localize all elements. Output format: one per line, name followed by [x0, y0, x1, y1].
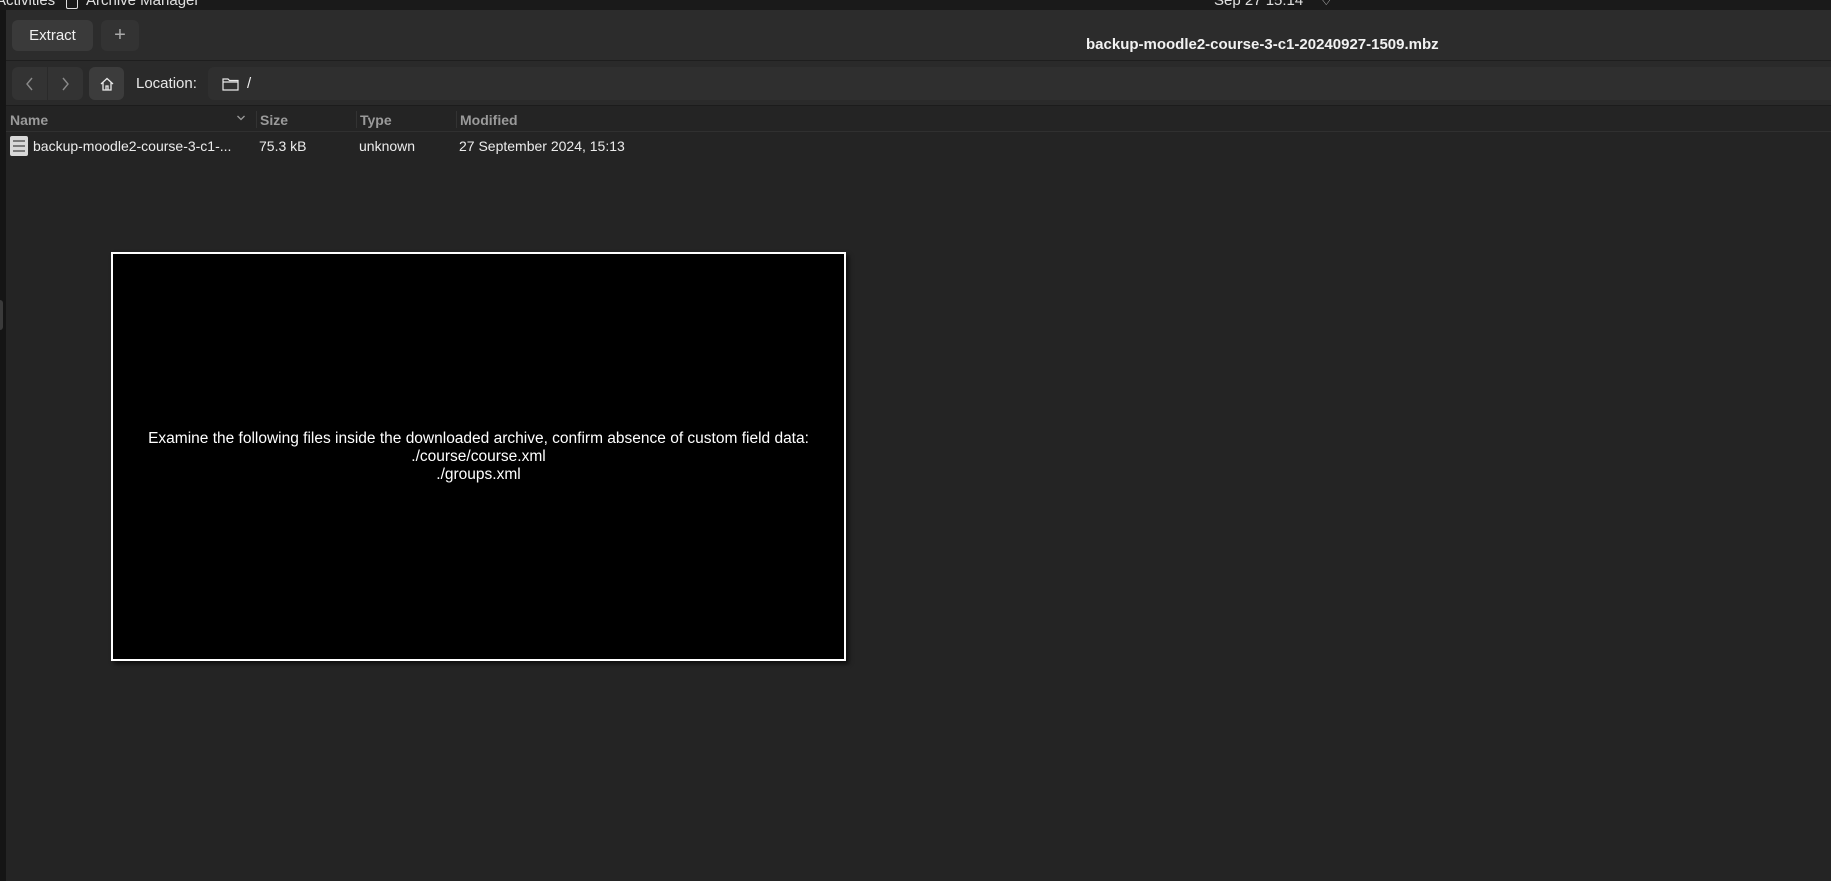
window-title: backup-moodle2-course-3-c1-20240927-1509…	[1086, 36, 1439, 53]
bell-icon[interactable]: ♢	[1320, 0, 1333, 9]
sort-chevron-down-icon[interactable]	[236, 110, 246, 126]
binary-file-icon	[10, 136, 28, 156]
instruction-overlay: Examine the following files inside the d…	[111, 252, 846, 661]
app-menu[interactable]: Archive Manager	[66, 0, 199, 9]
forward-button[interactable]	[47, 67, 82, 100]
archive-manager-icon	[66, 0, 78, 9]
instruction-text: Examine the following files inside the d…	[148, 429, 809, 447]
extract-button[interactable]: Extract	[12, 20, 93, 51]
file-size: 75.3 kB	[259, 138, 307, 154]
file-modified: 27 September 2024, 15:13	[459, 138, 625, 154]
column-modified[interactable]: Modified	[460, 112, 518, 128]
activities-button[interactable]: Activities	[0, 0, 55, 9]
system-top-bar: Activities Archive Manager Sep 27 15:14 …	[0, 0, 1831, 10]
plus-icon: +	[114, 24, 126, 46]
column-name[interactable]: Name	[10, 112, 48, 128]
add-files-button[interactable]: +	[101, 20, 139, 51]
file-type: unknown	[359, 138, 416, 154]
location-toolbar: Location: /	[6, 61, 1831, 106]
location-field[interactable]: /	[208, 67, 1831, 100]
back-button[interactable]	[12, 67, 47, 100]
navigation-buttons	[12, 67, 83, 100]
folder-icon	[222, 77, 239, 91]
column-size[interactable]: Size	[260, 112, 288, 128]
table-row[interactable]: backup-moodle2-course-3-c1-... 75.3 kB u…	[6, 133, 1831, 159]
chevron-right-icon	[62, 77, 69, 90]
home-icon	[100, 77, 113, 91]
chevron-left-icon	[25, 77, 33, 90]
home-button[interactable]	[89, 67, 124, 100]
column-divider	[356, 111, 357, 128]
clock[interactable]: Sep 27 15:14	[1214, 0, 1303, 9]
column-divider	[456, 111, 457, 128]
file-name: backup-moodle2-course-3-c1-...	[33, 138, 232, 154]
column-type[interactable]: Type	[360, 112, 392, 128]
instruction-file-path: ./groups.xml	[436, 465, 521, 483]
dock-handle	[0, 300, 3, 330]
instruction-file-path: ./course/course.xml	[411, 447, 546, 465]
location-label: Location:	[136, 75, 197, 92]
header-bar: Extract + backup-moodle2-course-3-c1-202…	[6, 10, 1831, 61]
column-divider	[256, 111, 257, 128]
app-menu-label: Archive Manager	[86, 0, 200, 9]
file-list-header: Name Size Type Modified	[6, 107, 1831, 132]
location-path: /	[247, 75, 252, 92]
